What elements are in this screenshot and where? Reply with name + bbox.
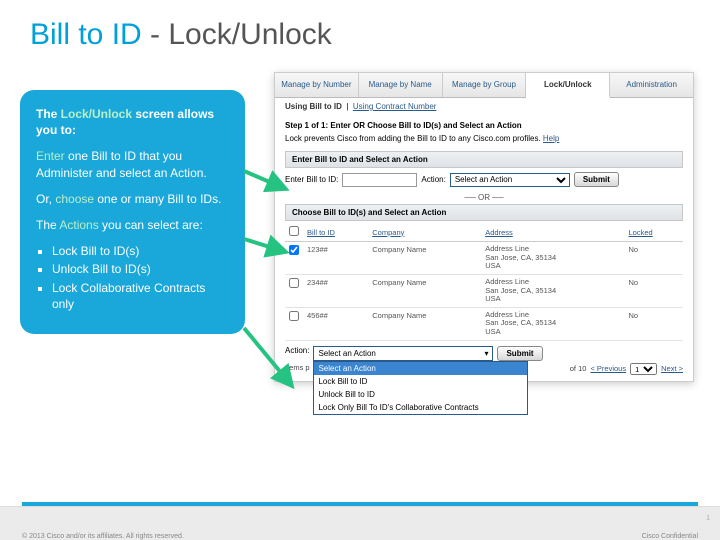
tab-manage-by-group[interactable]: Manage by Group (443, 73, 527, 97)
page-select[interactable]: 1 (630, 363, 657, 375)
prev-page[interactable]: < Previous (590, 364, 626, 373)
action-option[interactable]: Lock Only Bill To ID's Collaborative Con… (314, 401, 527, 414)
subtab-row: Using Bill to ID | Using Contract Number (275, 98, 693, 115)
slide-footer: © 2013 Cisco and/or its affiliates. All … (0, 506, 720, 540)
cell-address: Address LineSan Jose, CA, 35134USA (481, 274, 624, 307)
action-select-top[interactable]: Select an Action (450, 173, 570, 187)
cell-address: Address LineSan Jose, CA, 35134USA (481, 307, 624, 340)
slide-title: Bill to ID - Lock/Unlock (0, 0, 720, 62)
title-part2: Lock/Unlock (168, 18, 331, 51)
confidential: Cisco Confidential (642, 533, 698, 540)
col-locked[interactable]: Locked (625, 223, 683, 242)
cell-bill-to-id: 123## (303, 242, 368, 275)
bill-to-id-table: Bill to ID Company Address Locked 123##C… (285, 223, 683, 341)
title-part1: Bill to ID (30, 18, 142, 51)
next-page[interactable]: Next > (661, 364, 683, 373)
enter-row: Enter Bill to ID: Action: Select an Acti… (285, 172, 683, 187)
arrow-icon (242, 234, 292, 258)
tab-lock-unlock[interactable]: Lock/Unlock (526, 73, 610, 98)
action-label: Action: (421, 175, 445, 184)
cell-company: Company Name (368, 242, 481, 275)
cell-company: Company Name (368, 274, 481, 307)
help-link[interactable]: Help (543, 134, 559, 143)
enter-label: Enter Bill to ID: (285, 175, 338, 184)
col-company[interactable]: Company (368, 223, 481, 242)
cell-bill-to-id: 456## (303, 307, 368, 340)
callout-bullets: Lock Bill to ID(s) Unlock Bill to ID(s) … (36, 243, 229, 312)
submit-button-bottom[interactable]: Submit (497, 346, 542, 361)
cell-locked: No (625, 242, 683, 275)
row-checkbox[interactable] (289, 311, 299, 321)
app-panel: Manage by Number Manage by Name Manage b… (274, 72, 694, 382)
tab-manage-by-name[interactable]: Manage by Name (359, 73, 443, 97)
chevron-down-icon: ▾ (484, 349, 488, 358)
tab-administration[interactable]: Administration (610, 73, 693, 97)
action-option[interactable]: Lock Bill to ID (314, 375, 527, 388)
action-option[interactable]: Unlock Bill to ID (314, 388, 527, 401)
col-bill-to-id[interactable]: Bill to ID (303, 223, 368, 242)
title-sep: - (142, 18, 169, 51)
col-address[interactable]: Address (481, 223, 624, 242)
step-heading: Step 1 of 1: Enter OR Choose Bill to ID(… (275, 115, 693, 132)
table-row: 234##Company NameAddress LineSan Jose, C… (285, 274, 683, 307)
subtab-link[interactable]: Using Contract Number (353, 102, 437, 111)
row-checkbox[interactable] (289, 278, 299, 288)
cell-company: Company Name (368, 307, 481, 340)
action-option[interactable]: Select an Action (314, 362, 527, 375)
tab-bar: Manage by Number Manage by Name Manage b… (275, 73, 693, 98)
action-row-bottom: Action: Select an Action ▾ Select an Act… (285, 346, 683, 361)
subtab-active: Using Bill to ID (285, 102, 342, 111)
cell-bill-to-id: 234## (303, 274, 368, 307)
action-select-bottom[interactable]: Select an Action ▾ (313, 346, 493, 361)
cell-address: Address LineSan Jose, CA, 35134USA (481, 242, 624, 275)
page-number: 1 (706, 515, 710, 522)
table-row: 123##Company NameAddress LineSan Jose, C… (285, 242, 683, 275)
section-choose-header: Choose Bill to ID(s) and Select an Actio… (285, 204, 683, 221)
section-enter-header: Enter Bill to ID and Select an Action (285, 151, 683, 168)
arrow-icon (242, 167, 292, 197)
note-row: Lock prevents Cisco from adding the Bill… (275, 132, 693, 149)
arrow-icon (242, 324, 298, 394)
copyright: © 2013 Cisco and/or its affiliates. All … (22, 533, 184, 540)
bill-to-id-input[interactable] (342, 173, 417, 187)
info-callout: The Lock/Unlock screen allows you to: En… (20, 90, 245, 334)
cell-locked: No (625, 274, 683, 307)
tab-manage-by-number[interactable]: Manage by Number (275, 73, 359, 97)
action-dropdown-open: Select an Action Lock Bill to ID Unlock … (313, 361, 528, 415)
submit-button-top[interactable]: Submit (574, 172, 619, 187)
or-divider: ── OR ── (275, 193, 693, 202)
cell-locked: No (625, 307, 683, 340)
table-row: 456##Company NameAddress LineSan Jose, C… (285, 307, 683, 340)
